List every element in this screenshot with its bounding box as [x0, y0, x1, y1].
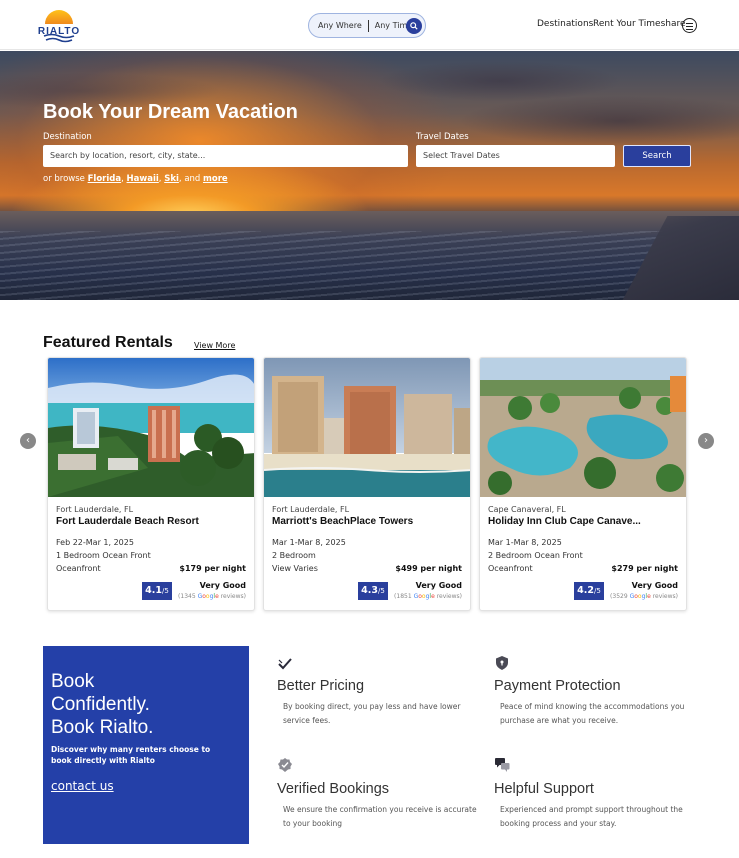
rating-label: Very Good — [199, 581, 246, 590]
browse-hawaii-link[interactable]: Hawaii — [127, 174, 159, 184]
nav-rent-timeshare-link[interactable]: Rent Your Timeshare — [593, 19, 686, 29]
rental-card[interactable]: Fort Lauderdale, FL Fort Lauderdale Beac… — [47, 357, 255, 611]
checkmark-icon — [278, 658, 292, 670]
card-dates: Mar 1-Mar 8, 2025 — [488, 538, 562, 547]
browse-links: or browse Florida, Hawaii, Ski, and more — [43, 174, 228, 184]
better-pricing-title: Better Pricing — [277, 678, 365, 694]
helpful-support-text: Experienced and prompt support throughou… — [500, 805, 683, 828]
chat-bubbles-icon — [495, 758, 510, 772]
pool-resort-image — [480, 358, 686, 497]
chevron-left-icon: ‹ — [26, 435, 30, 446]
card-room-type: 2 Bedroom Ocean Front — [488, 551, 583, 560]
rating-label: Very Good — [415, 581, 462, 590]
card-room-type: 2 Bedroom — [272, 551, 316, 560]
quick-search-pill[interactable]: Any Where Any Time — [308, 13, 426, 38]
hero-title: Book Your Dream Vacation — [43, 101, 298, 123]
google-logo: Google — [629, 593, 651, 600]
card-price: $279 per night — [611, 564, 678, 573]
hero-banner: Book Your Dream Vacation Destination Sea… — [0, 51, 739, 300]
card-location: Fort Lauderdale, FL — [56, 505, 134, 514]
destination-search-input[interactable]: Search by location, resort, city, state.… — [43, 145, 408, 167]
payment-protection-title: Payment Protection — [494, 678, 621, 694]
card-view: Oceanfront — [488, 564, 533, 573]
card-view: Oceanfront — [56, 564, 101, 573]
resort-photo[interactable] — [48, 358, 254, 497]
destination-label: Destination — [43, 132, 92, 142]
hamburger-menu-icon[interactable] — [682, 18, 697, 33]
beach-resort-image — [48, 358, 254, 497]
payment-protection-text: Peace of mind knowing the accommodations… — [500, 702, 685, 725]
card-price: $179 per night — [179, 564, 246, 573]
verified-badge-icon — [278, 758, 292, 772]
carousel-prev-button[interactable]: ‹ — [20, 433, 36, 449]
rating-badge: 4.1/5 — [142, 582, 172, 600]
pill-search-button[interactable] — [406, 18, 422, 34]
rialto-logo[interactable]: RIALTO — [36, 8, 82, 44]
card-dates: Feb 22-Mar 1, 2025 — [56, 538, 134, 547]
shield-lock-icon — [496, 656, 508, 670]
rating-badge: 4.3/5 — [358, 582, 388, 600]
travel-dates-input[interactable]: Select Travel Dates — [416, 145, 615, 167]
browse-more-link[interactable]: more — [203, 174, 228, 184]
browse-ski-link[interactable]: Ski — [164, 174, 179, 184]
card-resort-name[interactable]: Fort Lauderdale Beach Resort — [56, 516, 250, 527]
google-logo: Google — [413, 593, 435, 600]
card-resort-name[interactable]: Marriott's BeachPlace Towers — [272, 516, 466, 527]
book-confidently-subtext: Discover why many renters choose to book… — [51, 745, 211, 765]
google-logo: Google — [197, 593, 219, 600]
featured-rentals-title: Featured Rentals — [43, 334, 173, 351]
browse-florida-link[interactable]: Florida — [88, 174, 122, 184]
rating-label: Very Good — [631, 581, 678, 590]
google-reviews-count: (1345 Google reviews) — [178, 593, 246, 600]
contact-us-link[interactable]: contact us — [51, 779, 114, 793]
top-nav: RIALTO Any Where Any Time Destinations R… — [0, 0, 739, 50]
google-reviews-count: (1851 Google reviews) — [394, 593, 462, 600]
hero-search-button[interactable]: Search — [623, 145, 691, 167]
helpful-support-title: Helpful Support — [494, 781, 594, 797]
view-more-link[interactable]: View More — [194, 341, 235, 350]
resort-photo[interactable] — [480, 358, 686, 497]
verified-bookings-title: Verified Bookings — [277, 781, 390, 797]
carousel-next-button[interactable]: › — [698, 433, 714, 449]
rating-badge: 4.2/5 — [574, 582, 604, 600]
google-reviews-count: (3529 Google reviews) — [610, 593, 678, 600]
card-room-type: 1 Bedroom Ocean Front — [56, 551, 151, 560]
card-view: View Varies — [272, 564, 318, 573]
card-location: Fort Lauderdale, FL — [272, 505, 350, 514]
card-dates: Mar 1-Mar 8, 2025 — [272, 538, 346, 547]
resort-photo[interactable] — [264, 358, 470, 497]
search-icon — [410, 22, 418, 30]
card-resort-name[interactable]: Holiday Inn Club Cape Canave... — [488, 516, 682, 527]
travel-dates-label: Travel Dates — [416, 132, 469, 142]
book-confidently-panel: Book Confidently. Book Rialto. Discover … — [43, 646, 249, 844]
card-location: Cape Canaveral, FL — [488, 505, 566, 514]
chevron-right-icon: › — [704, 435, 708, 446]
book-confidently-heading: Book Confidently. Book Rialto. — [51, 671, 154, 738]
better-pricing-text: By booking direct, you pay less and have… — [283, 702, 461, 725]
rental-card[interactable]: Fort Lauderdale, FL Marriott's BeachPlac… — [263, 357, 471, 611]
beachplace-towers-image — [264, 358, 470, 497]
verified-bookings-text: We ensure the confirmation you receive i… — [283, 805, 477, 828]
any-where-option[interactable]: Any Where — [309, 21, 362, 30]
nav-destinations-link[interactable]: Destinations — [537, 19, 593, 29]
logo-text: RIALTO — [37, 26, 81, 37]
card-price: $499 per night — [395, 564, 462, 573]
rental-card[interactable]: Cape Canaveral, FL Holiday Inn Club Cape… — [479, 357, 687, 611]
